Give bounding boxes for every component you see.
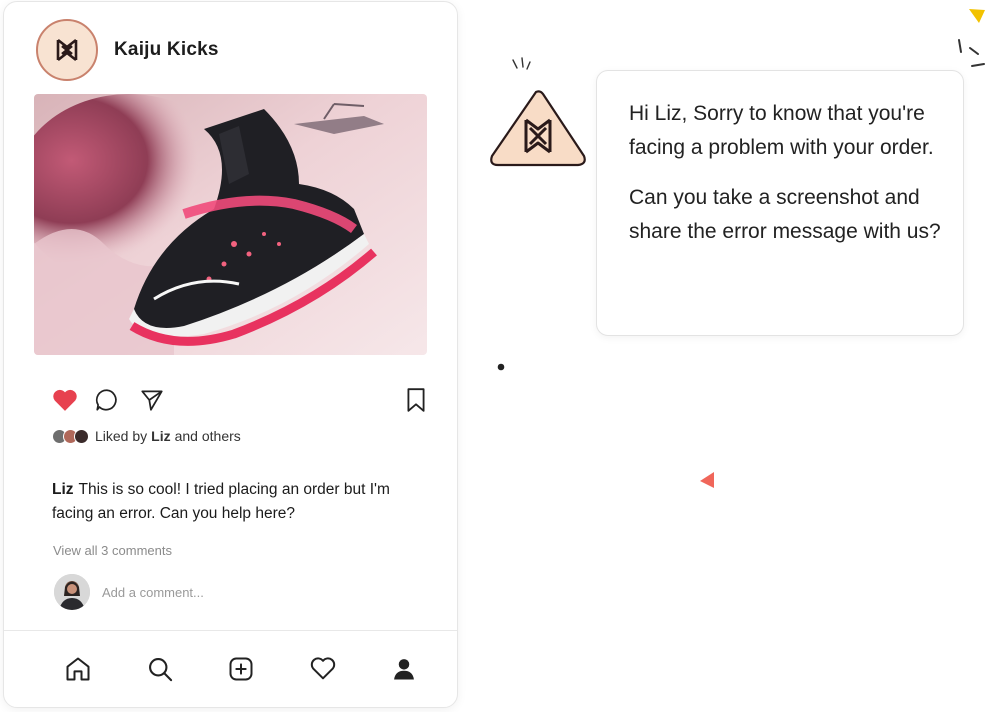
reply-paragraph-2: Can you take a screenshot and share the … xyxy=(629,186,941,243)
liker-avatars xyxy=(52,428,89,444)
home-icon xyxy=(66,657,90,681)
sparkle-lines-icon xyxy=(512,57,531,70)
post-action-bar xyxy=(4,380,457,422)
liked-by-user[interactable]: Liz xyxy=(151,428,170,444)
likes-summary[interactable]: Liked by Liz and others xyxy=(52,428,241,444)
share-button[interactable] xyxy=(137,385,167,415)
nav-add-post[interactable] xyxy=(225,653,257,685)
liked-by-prefix: Liked by xyxy=(95,428,148,444)
kaiju-logo-icon xyxy=(56,38,78,62)
bottom-nav xyxy=(4,630,457,707)
view-comments-link[interactable]: View all 3 comments xyxy=(53,543,172,558)
post-image-sneaker[interactable] xyxy=(34,94,427,355)
heart-filled-icon xyxy=(53,389,77,411)
comment-input[interactable] xyxy=(100,578,404,606)
caption-text: This is so cool! I tried placing an orde… xyxy=(52,481,390,522)
add-comment-row xyxy=(54,574,404,610)
search-icon xyxy=(149,658,173,682)
triangle-accent-icon xyxy=(969,9,985,23)
nav-search[interactable] xyxy=(144,653,176,685)
user-photo xyxy=(54,574,90,610)
brand-reply-message: Hi Liz, Sorry to know that you're facing… xyxy=(596,70,964,336)
send-icon xyxy=(141,390,163,411)
comment-button[interactable] xyxy=(92,385,122,415)
kaiju-logo-icon xyxy=(490,90,586,167)
save-button[interactable] xyxy=(401,385,431,415)
sparkle-lines-icon xyxy=(958,39,985,67)
avatar xyxy=(54,574,90,610)
nav-profile[interactable] xyxy=(388,653,420,685)
brand-avatar[interactable] xyxy=(36,19,98,81)
social-post-card: Kaiju Kicks Liked by Liz and others Liz … xyxy=(3,1,458,708)
post-caption: Liz This is so cool! I tried placing an o… xyxy=(52,478,432,526)
profile-icon xyxy=(394,659,414,680)
nav-activity[interactable] xyxy=(307,653,339,685)
comment-bubble-icon xyxy=(95,389,117,411)
heart-outline-icon xyxy=(310,657,336,680)
liked-by-suffix: and others xyxy=(174,428,241,444)
brand-chat-badge xyxy=(488,88,588,170)
post-header: Kaiju Kicks xyxy=(36,17,219,83)
dot-accent-icon xyxy=(497,363,505,371)
like-button[interactable] xyxy=(50,385,80,415)
caption-username[interactable]: Liz xyxy=(52,481,74,498)
add-post-icon xyxy=(229,657,253,681)
nav-home[interactable] xyxy=(62,653,94,685)
sneaker-illustration xyxy=(34,94,427,355)
triangle-accent-icon xyxy=(700,472,714,488)
bookmark-icon xyxy=(407,388,425,412)
brand-name[interactable]: Kaiju Kicks xyxy=(114,39,219,61)
reply-paragraph-1: Hi Liz, Sorry to know that you're facing… xyxy=(629,102,934,159)
